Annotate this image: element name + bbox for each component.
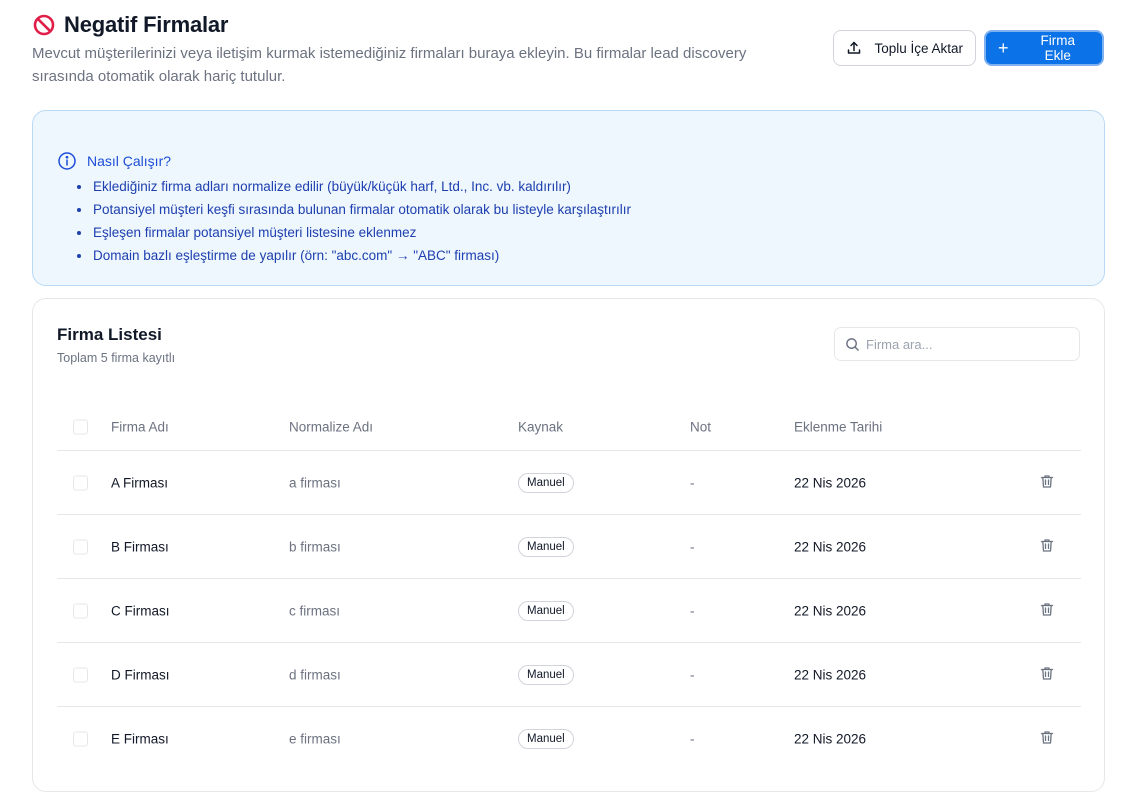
add-company-label: Firma Ekle <box>1040 33 1076 63</box>
how-it-works-title: Nasıl Çalışır? <box>87 153 172 169</box>
note-cell: - <box>690 539 695 554</box>
how-it-works-header: Nasıl Çalışır? <box>57 151 1080 171</box>
header-actions: Toplu İçe Aktar + Firma Ekle <box>833 30 1104 66</box>
company-table: Firma Adı Normalize Adı Kaynak Not Eklen… <box>57 403 1081 771</box>
source-badge: Manuel <box>518 729 574 749</box>
source-cell: Manuel <box>518 729 574 749</box>
company-list-card: Firma Listesi Toplam 5 firma kayıtlı Fir… <box>32 298 1105 792</box>
search-input[interactable] <box>866 336 1066 352</box>
list-item: Domain bazlı eşleştirme de yapılır (örn:… <box>77 244 1080 267</box>
source-badge: Manuel <box>518 600 574 621</box>
company-name: D Firması <box>111 667 170 682</box>
delete-button[interactable] <box>1039 730 1055 749</box>
trash-icon <box>1039 601 1055 617</box>
date-cell: 22 Nis 2026 <box>794 603 867 618</box>
delete-button[interactable] <box>1039 473 1055 492</box>
date-cell: 22 Nis 2026 <box>794 475 867 490</box>
source-cell: Manuel <box>518 536 574 557</box>
note-cell: - <box>690 667 695 682</box>
table-row: C Firması c firması Manuel - 22 Nis 2026 <box>57 579 1081 643</box>
source-cell: Manuel <box>518 472 574 493</box>
delete-button[interactable] <box>1039 601 1055 620</box>
company-list-title: Firma Listesi <box>57 325 162 344</box>
source-badge: Manuel <box>518 536 574 557</box>
source-badge: Manuel <box>518 472 574 493</box>
bulk-import-button[interactable]: Toplu İçe Aktar <box>833 30 976 66</box>
date-cell: 22 Nis 2026 <box>794 667 867 682</box>
search-box <box>834 327 1080 361</box>
source-cell: Manuel <box>518 664 574 685</box>
list-item: Eklediğiniz firma adları normalize edili… <box>77 175 1080 198</box>
note-cell: - <box>690 603 695 618</box>
normalized-name: b firması <box>289 539 341 554</box>
source-cell: Manuel <box>518 600 574 621</box>
how-it-works-panel: Nasıl Çalışır? Eklediğiniz firma adları … <box>32 110 1105 286</box>
column-header-note[interactable]: Not <box>690 419 711 434</box>
trash-icon <box>1039 537 1055 553</box>
delete-button[interactable] <box>1039 665 1055 684</box>
company-name: A Firması <box>111 475 169 490</box>
page-header: Negatif Firmalar Mevcut müşterilerinizi … <box>32 12 1108 92</box>
select-all-checkbox[interactable] <box>73 419 88 434</box>
page-title: Negatif Firmalar <box>64 12 229 37</box>
plus-icon: + <box>998 38 1009 58</box>
table-row: B Firması b firması Manuel - 22 Nis 2026 <box>57 515 1081 579</box>
column-header-normalized[interactable]: Normalize Adı <box>289 419 373 434</box>
note-cell: - <box>690 475 695 490</box>
trash-icon <box>1039 730 1055 746</box>
normalized-name: e firması <box>289 731 341 747</box>
delete-button[interactable] <box>1039 537 1055 556</box>
company-name: E Firması <box>111 731 169 747</box>
list-item: Potansiyel müşteri keşfi sırasında bulun… <box>77 198 1080 221</box>
page-subtitle: Mevcut müşterilerinizi veya iletişim kur… <box>32 45 747 85</box>
table-row: A Firması a firması Manuel - 22 Nis 2026 <box>57 451 1081 515</box>
company-name: C Firması <box>111 603 170 618</box>
how-it-works-list: Eklediğiniz firma adları normalize edili… <box>57 175 1080 267</box>
bulk-import-label: Toplu İçe Aktar <box>874 40 963 56</box>
column-header-name[interactable]: Firma Adı <box>111 419 169 434</box>
info-icon <box>57 151 77 171</box>
table-header-row: Firma Adı Normalize Adı Kaynak Not Eklen… <box>57 403 1081 451</box>
upload-icon <box>846 40 862 56</box>
company-name: B Firması <box>111 539 169 554</box>
row-checkbox[interactable] <box>73 731 88 747</box>
normalized-name: d firması <box>289 667 341 682</box>
note-cell: - <box>690 731 695 747</box>
list-item: Eşleşen firmalar potansiyel müşteri list… <box>77 221 1080 244</box>
date-cell: 22 Nis 2026 <box>794 731 867 747</box>
row-checkbox[interactable] <box>73 667 88 682</box>
negative-companies-page: Negatif Firmalar Mevcut müşterilerinizi … <box>0 0 1140 800</box>
table-row: D Firması d firması Manuel - 22 Nis 2026 <box>57 643 1081 707</box>
date-cell: 22 Nis 2026 <box>794 539 867 554</box>
company-count: Toplam 5 firma kayıtlı <box>57 351 176 365</box>
prohibited-icon <box>32 13 56 37</box>
normalized-name: c firması <box>289 603 341 618</box>
table-row: E Firması e firması Manuel - 22 Nis 2026 <box>57 707 1081 771</box>
column-header-source[interactable]: Kaynak <box>518 419 563 434</box>
trash-icon <box>1039 473 1055 489</box>
row-checkbox[interactable] <box>73 539 88 554</box>
normalized-name: a firması <box>289 475 341 490</box>
add-company-button[interactable]: + Firma Ekle <box>984 30 1104 66</box>
row-checkbox[interactable] <box>73 603 88 618</box>
row-checkbox[interactable] <box>73 475 88 490</box>
trash-icon <box>1039 665 1055 681</box>
search-icon <box>845 337 860 352</box>
column-header-date[interactable]: Eklenme Tarihi <box>794 419 882 434</box>
source-badge: Manuel <box>518 664 574 685</box>
